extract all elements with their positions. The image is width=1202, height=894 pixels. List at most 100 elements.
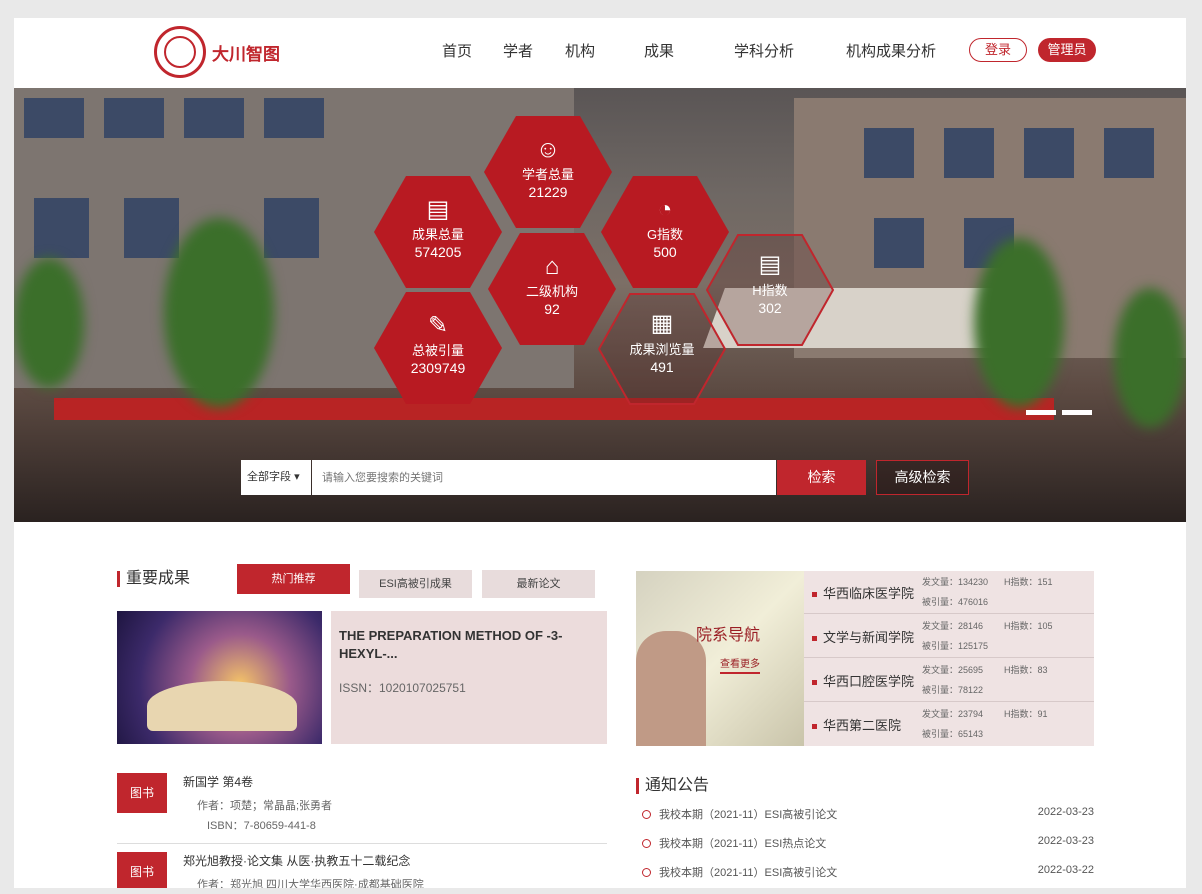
document-icon: ▤	[758, 251, 782, 278]
department-row[interactable]: 华西第二医院 发文量：23794 H指数：91 被引量：65143	[804, 703, 1094, 746]
department-name[interactable]: 文学与新闻学院	[812, 627, 914, 646]
department-name[interactable]: 华西第二医院	[812, 715, 901, 734]
carousel-dot[interactable]	[1026, 410, 1056, 415]
window	[264, 98, 324, 138]
window	[34, 198, 89, 258]
department-navigation: 院系导航 查看更多 华西临床医学院 发文量：134230 H指数：151 被引量…	[636, 571, 1094, 746]
citation-count: 被引量：78122	[922, 685, 984, 695]
notices-section-title: 通知公告	[636, 778, 709, 794]
window	[874, 218, 924, 268]
site-header: 大川智图 首页 学者 机构 成果 学科分析 机构成果分析 登录 管理员	[14, 18, 1186, 88]
edit-icon: ✎	[427, 312, 449, 339]
featured-card[interactable]: THE PREPARATION METHOD OF -3-HEXYL-... I…	[331, 611, 607, 744]
item-author: 作者：郑光旭 四川大学华西医院·成都基础医院	[197, 879, 424, 888]
tree	[974, 238, 1064, 408]
h-index: H指数：83	[1004, 665, 1048, 675]
notice-text[interactable]: 我校本期（2021-11）ESI高被引论文	[659, 864, 837, 880]
department-name[interactable]: 华西临床医学院	[812, 583, 914, 602]
window	[124, 198, 179, 258]
notice-date: 2022-03-23	[1037, 835, 1094, 847]
bullet-icon	[642, 868, 651, 877]
department-row[interactable]: 华西临床医学院 发文量：134230 H指数：151 被引量：476016	[804, 571, 1094, 614]
h-index: H指数：151	[1004, 577, 1053, 587]
item-title[interactable]: 郑光旭教授·论文集 从医·执教五十二载纪念	[183, 852, 410, 869]
divider	[117, 843, 607, 844]
search-button[interactable]: 检索	[777, 460, 866, 495]
window	[1024, 128, 1074, 178]
stat-label: 成果总量	[411, 227, 464, 242]
advanced-search-button[interactable]: 高级检索	[876, 460, 969, 495]
pie-chart-icon: ◔	[657, 196, 673, 223]
nav-institutions[interactable]: 机构	[565, 40, 595, 61]
bullet-icon	[642, 810, 651, 819]
window	[1104, 128, 1154, 178]
bullet-icon	[642, 839, 651, 848]
featured-issn: ISSN：1020107025751	[339, 681, 466, 695]
notice-item[interactable]: 我校本期（2021-11）ESI热点论文 2022-03-23	[642, 835, 1094, 855]
nav-discipline-analysis[interactable]: 学科分析	[734, 40, 794, 61]
window	[104, 98, 164, 138]
search-input[interactable]	[312, 460, 776, 495]
search-field-value: 全部字段	[247, 471, 291, 483]
window	[184, 98, 244, 138]
paper-count: 发文量：23794	[922, 709, 984, 719]
tab-esi[interactable]: ESI高被引成果	[359, 570, 472, 598]
window	[944, 128, 994, 178]
results-section-title: 重要成果	[117, 571, 190, 587]
search-field-select[interactable]: 全部字段 ▾	[241, 460, 311, 495]
notice-text[interactable]: 我校本期（2021-11）ESI热点论文	[659, 835, 826, 851]
stat-value: 491	[650, 359, 674, 375]
nav-institution-analysis[interactable]: 机构成果分析	[846, 40, 936, 61]
department-row[interactable]: 文学与新闻学院 发文量：28146 H指数：105 被引量：125175	[804, 615, 1094, 658]
window	[864, 128, 914, 178]
stat-value: 21229	[528, 184, 568, 200]
logo-emblem[interactable]	[154, 26, 206, 78]
person-icon: ☺	[535, 136, 561, 163]
stat-label: 学者总量	[521, 167, 574, 182]
hero-banner: ☺ 学者总量 21229 ▤ 成果总量 574205 ◔ G指数 500 ⌂ 二…	[14, 88, 1186, 522]
logo-text[interactable]: 大川智图	[212, 40, 280, 65]
paper-count: 发文量：134230	[922, 577, 989, 587]
featured-image[interactable]	[117, 611, 322, 744]
tab-hot[interactable]: 热门推荐	[237, 564, 350, 594]
item-title[interactable]: 新国学 第4卷	[183, 773, 253, 790]
nav-results[interactable]: 成果	[644, 40, 674, 61]
stat-value: 574205	[414, 244, 462, 260]
view-more-link[interactable]: 查看更多	[720, 655, 760, 674]
stat-value: 92	[544, 301, 560, 317]
department-name[interactable]: 华西口腔医学院	[812, 671, 914, 690]
featured-title[interactable]: THE PREPARATION METHOD OF -3-HEXYL-...	[339, 627, 599, 663]
notice-item[interactable]: 我校本期（2021-11）ESI高被引论文 2022-03-23	[642, 806, 1094, 826]
tree	[1114, 288, 1186, 428]
citation-count: 被引量：65143	[922, 729, 984, 739]
tab-latest[interactable]: 最新论文	[482, 570, 595, 598]
nav-home[interactable]: 首页	[442, 40, 472, 61]
tree	[164, 218, 274, 408]
h-index: H指数：105	[1004, 621, 1053, 631]
open-book-graphic	[147, 681, 297, 731]
nav-scholars[interactable]: 学者	[503, 40, 533, 61]
admin-button[interactable]: 管理员	[1038, 38, 1096, 62]
notice-item[interactable]: 我校本期（2021-11）ESI高被引论文 2022-03-22	[642, 864, 1094, 884]
browser-frame: 大川智图 首页 学者 机构 成果 学科分析 机构成果分析 登录 管理员 ☺ 学者…	[14, 18, 1186, 888]
list-item[interactable]: 图书 郑光旭教授·论文集 从医·执教五十二载纪念 作者：郑光旭 四川大学华西医院…	[117, 852, 607, 888]
login-button[interactable]: 登录	[969, 38, 1027, 62]
notice-text[interactable]: 我校本期（2021-11）ESI高被引论文	[659, 806, 837, 822]
stat-value: 2309749	[410, 360, 466, 376]
window	[264, 198, 319, 258]
calendar-icon: ▦	[650, 310, 674, 337]
department-banner: 院系导航 查看更多	[636, 571, 804, 746]
list-item[interactable]: 图书 新国学 第4卷 作者：项楚；常晶晶;张勇者 ISBN：7-80659-44…	[117, 773, 607, 833]
window	[24, 98, 84, 138]
item-isbn: ISBN：7-80659-441-8	[207, 820, 316, 832]
building-icon: ⌂	[544, 253, 560, 280]
stat-label: 二级机构	[525, 284, 578, 299]
chevron-down-icon: ▾	[294, 471, 300, 483]
paper-count: 发文量：25695	[922, 665, 984, 675]
citation-count: 被引量：476016	[922, 597, 989, 607]
stat-views[interactable]: ▦ 成果浏览量 491	[598, 293, 726, 405]
department-row[interactable]: 华西口腔医学院 发文量：25695 H指数：83 被引量：78122	[804, 659, 1094, 702]
carousel-dot[interactable]	[1062, 410, 1092, 415]
citation-count: 被引量：125175	[922, 641, 989, 651]
tree	[14, 258, 84, 388]
